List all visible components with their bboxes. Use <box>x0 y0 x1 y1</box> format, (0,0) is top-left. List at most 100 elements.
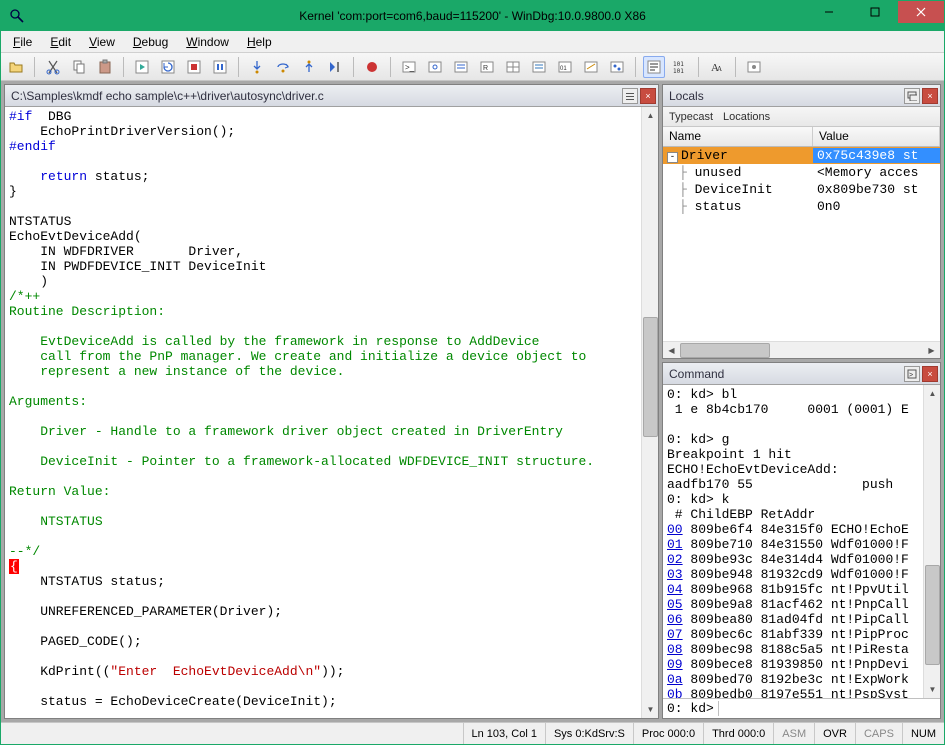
locals-rows[interactable]: -Driver0x75c439e8 st├ unused<Memory acce… <box>663 147 940 341</box>
stack-frame-link[interactable]: 09 <box>667 657 683 672</box>
command-close-icon[interactable]: × <box>922 366 938 382</box>
scroll-down-icon[interactable]: ▼ <box>642 701 658 718</box>
go-icon[interactable] <box>131 56 153 78</box>
watch-window-icon[interactable] <box>424 56 446 78</box>
restart-icon[interactable] <box>157 56 179 78</box>
memory-window-icon[interactable] <box>502 56 524 78</box>
disasm-window-icon[interactable]: 01 <box>554 56 576 78</box>
status-ovr: OVR <box>814 723 855 744</box>
command-body: 0: kd> bl 1 e 8b4cb170 0001 (0001) E 0: … <box>663 385 940 698</box>
command-window-icon[interactable]: >_ <box>398 56 420 78</box>
source-mode-icon[interactable] <box>643 56 665 78</box>
stack-frame-link[interactable]: 0b <box>667 687 683 698</box>
scroll-up-icon[interactable]: ▲ <box>642 107 658 124</box>
command-pane: Command > × 0: kd> bl 1 e 8b4cb170 0001 … <box>662 362 941 719</box>
stack-frame-link[interactable]: 00 <box>667 522 683 537</box>
window-titlebar: Kernel 'com:port=com6,baud=115200' - Win… <box>1 1 944 31</box>
locals-name: status <box>695 199 742 214</box>
scroll-thumb[interactable] <box>925 565 940 665</box>
step-out-icon[interactable] <box>298 56 320 78</box>
locals-title: Locals × <box>663 85 940 107</box>
locals-value: 0n0 <box>813 199 940 214</box>
locals-h-name[interactable]: Name <box>663 127 813 146</box>
svg-text:101: 101 <box>673 61 684 68</box>
scratch-window-icon[interactable] <box>580 56 602 78</box>
locals-h-value[interactable]: Value <box>813 127 940 146</box>
paste-icon[interactable] <box>94 56 116 78</box>
locals-row[interactable]: -Driver0x75c439e8 st <box>663 147 940 164</box>
registers-window-icon[interactable]: R <box>476 56 498 78</box>
locals-body: Name Value -Driver0x75c439e8 st├ unused<… <box>663 127 940 358</box>
menu-window[interactable]: Window <box>178 33 237 51</box>
open-icon[interactable] <box>5 56 27 78</box>
svg-text:>_: >_ <box>405 63 415 72</box>
toolbar-sep <box>735 57 736 77</box>
scroll-up-icon[interactable]: ▲ <box>924 385 941 402</box>
locals-value: 0x75c439e8 st <box>813 148 940 163</box>
assembly-mode-icon[interactable]: 101101 <box>669 56 691 78</box>
locals-row[interactable]: ├ DeviceInit0x809be730 st <box>663 181 940 198</box>
toolbar-sep <box>238 57 239 77</box>
command-output[interactable]: 0: kd> bl 1 e 8b4cb170 0001 (0001) E 0: … <box>663 385 923 698</box>
close-button[interactable] <box>898 1 944 23</box>
processes-window-icon[interactable] <box>606 56 628 78</box>
stack-frame-link[interactable]: 01 <box>667 537 683 552</box>
locals-row[interactable]: ├ status0n0 <box>663 198 940 215</box>
menu-edit[interactable]: Edit <box>42 33 79 51</box>
locals-hscroll[interactable]: ◀ ▶ <box>663 341 940 358</box>
cut-icon[interactable] <box>42 56 64 78</box>
scroll-thumb[interactable] <box>643 317 658 437</box>
locals-typecast[interactable]: Typecast <box>669 111 713 123</box>
source-close-icon[interactable]: × <box>640 88 656 104</box>
locals-window-icon[interactable] <box>450 56 472 78</box>
menu-bar: File Edit View Debug Window Help <box>1 31 944 53</box>
stack-frame-link[interactable]: 03 <box>667 567 683 582</box>
step-over-icon[interactable] <box>272 56 294 78</box>
callstack-window-icon[interactable] <box>528 56 550 78</box>
stack-frame-link[interactable]: 07 <box>667 627 683 642</box>
expand-icon[interactable]: - <box>667 152 678 163</box>
scroll-left-icon[interactable]: ◀ <box>663 342 680 359</box>
menu-file[interactable]: File <box>5 33 40 51</box>
breakpoint-icon[interactable] <box>361 56 383 78</box>
command-input[interactable] <box>719 701 940 716</box>
menu-view[interactable]: View <box>81 33 123 51</box>
menu-help[interactable]: Help <box>239 33 280 51</box>
toolbar-sep <box>123 57 124 77</box>
scroll-down-icon[interactable]: ▼ <box>924 681 941 698</box>
svg-text:A: A <box>717 65 722 73</box>
stack-frame-link[interactable]: 02 <box>667 552 683 567</box>
main-toolbar: >_ R 01 101101 AA <box>1 53 944 81</box>
client-area: C:\Samples\kmdf echo sample\c++\driver\a… <box>1 81 944 722</box>
command-input-row: 0: kd> <box>663 698 940 718</box>
menu-debug[interactable]: Debug <box>125 33 176 51</box>
stack-frame-link[interactable]: 0a <box>667 672 683 687</box>
copy-icon[interactable] <box>68 56 90 78</box>
minimize-button[interactable] <box>806 1 852 23</box>
maximize-button[interactable] <box>852 1 898 23</box>
locals-pane: Locals × Typecast Locations Name Value -… <box>662 84 941 359</box>
stop-icon[interactable] <box>183 56 205 78</box>
step-into-icon[interactable] <box>246 56 268 78</box>
source-menu-icon[interactable] <box>622 88 638 104</box>
source-text[interactable]: #if DBG EchoPrintDriverVersion(); #endif… <box>5 107 641 718</box>
locals-row[interactable]: ├ unused<Memory acces <box>663 164 940 181</box>
stack-frame-link[interactable]: 04 <box>667 582 683 597</box>
stack-frame-link[interactable]: 06 <box>667 612 683 627</box>
locals-locations[interactable]: Locations <box>723 111 770 123</box>
command-vscroll[interactable]: ▲ ▼ <box>923 385 940 698</box>
command-menu-icon[interactable]: > <box>904 366 920 382</box>
stack-frame-link[interactable]: 08 <box>667 642 683 657</box>
options-icon[interactable] <box>743 56 765 78</box>
run-to-cursor-icon[interactable] <box>324 56 346 78</box>
source-vscroll[interactable]: ▲ ▼ <box>641 107 658 718</box>
source-path: C:\Samples\kmdf echo sample\c++\driver\a… <box>11 89 324 103</box>
scroll-right-icon[interactable]: ▶ <box>923 342 940 359</box>
locals-close-icon[interactable]: × <box>922 88 938 104</box>
stack-frame-link[interactable]: 05 <box>667 597 683 612</box>
break-icon[interactable] <box>209 56 231 78</box>
scroll-thumb[interactable] <box>680 343 770 358</box>
font-icon[interactable]: AA <box>706 56 728 78</box>
locals-menu-icon[interactable] <box>904 88 920 104</box>
right-column: Locals × Typecast Locations Name Value -… <box>662 84 941 719</box>
